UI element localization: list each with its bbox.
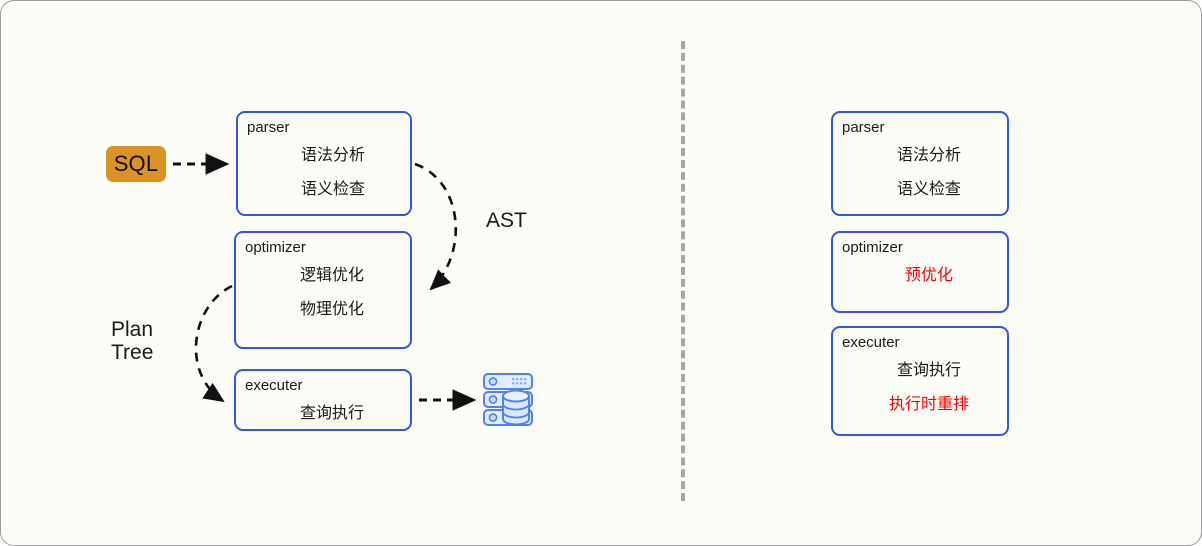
right-node-parser: parser 语法分析 语义检查 [831,111,1009,216]
panel-divider [681,41,685,501]
right-node-optimizer-lines: 预优化 [833,261,1007,285]
node-line: 逻辑优化 [299,267,364,284]
node-line: 预优化 [904,267,953,284]
node-line: 语义检查 [896,181,961,198]
right-node-executer: executer 查询执行 执行时重排 [831,326,1009,436]
node-line: 语义检查 [300,181,365,198]
edge-optimizer-to-executer [194,284,233,403]
left-node-executer: executer 查询执行 [234,369,412,431]
right-node-optimizer: optimizer 预优化 [831,231,1009,313]
right-node-executer-lines: 查询执行 执行时重排 [833,356,1007,414]
left-node-optimizer: optimizer 逻辑优化 物理优化 [234,231,412,349]
node-line: 语法分析 [896,147,961,164]
node-line: 查询执行 [299,405,364,422]
right-node-optimizer-title: optimizer [842,239,903,256]
diagram-canvas: SQL parser 语法分析 语义检查 optimizer 逻辑优化 物理优化… [0,0,1202,546]
sql-input-badge: SQL [106,146,166,182]
right-node-parser-lines: 语法分析 语义检查 [833,141,1007,199]
node-line: 物理优化 [299,301,364,318]
edge-label-plan-tree: Plan Tree [111,318,154,364]
right-node-executer-title: executer [842,334,900,351]
left-node-parser-lines: 语法分析 语义检查 [238,141,410,199]
connector-overlay [173,153,477,411]
left-node-executer-title: executer [245,377,303,394]
node-line: 语法分析 [300,147,365,164]
node-line: 查询执行 [896,362,961,379]
left-node-parser-title: parser [247,119,290,136]
edge-label-ast: AST [486,209,527,232]
left-node-optimizer-title: optimizer [245,239,306,256]
right-node-parser-title: parser [842,119,885,136]
edge-parser-to-optimizer [414,162,458,291]
left-node-parser: parser 语法分析 语义检查 [236,111,412,216]
database-server-icon [479,370,541,430]
node-line: 执行时重排 [888,396,969,413]
left-node-optimizer-lines: 逻辑优化 物理优化 [236,261,410,319]
left-node-executer-lines: 查询执行 [236,399,410,423]
